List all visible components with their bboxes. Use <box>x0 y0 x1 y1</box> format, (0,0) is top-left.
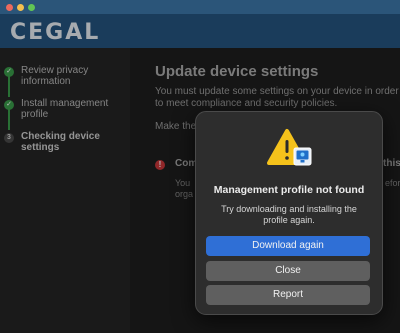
dialog-title: Management profile not found <box>213 184 365 196</box>
warning-icon <box>267 128 313 170</box>
close-button[interactable]: Close <box>206 261 370 281</box>
error-dialog: Management profile not found Try downloa… <box>195 111 383 315</box>
download-again-button[interactable]: Download again <box>206 236 370 256</box>
report-button[interactable]: Report <box>206 285 370 305</box>
company-portal-badge <box>293 147 312 166</box>
window-close-button[interactable] <box>6 4 13 11</box>
window-minimize-button[interactable] <box>17 4 24 11</box>
window-titlebar <box>0 0 400 14</box>
window-zoom-button[interactable] <box>28 4 35 11</box>
dialog-message: Try downloading and installing the profi… <box>221 204 357 225</box>
